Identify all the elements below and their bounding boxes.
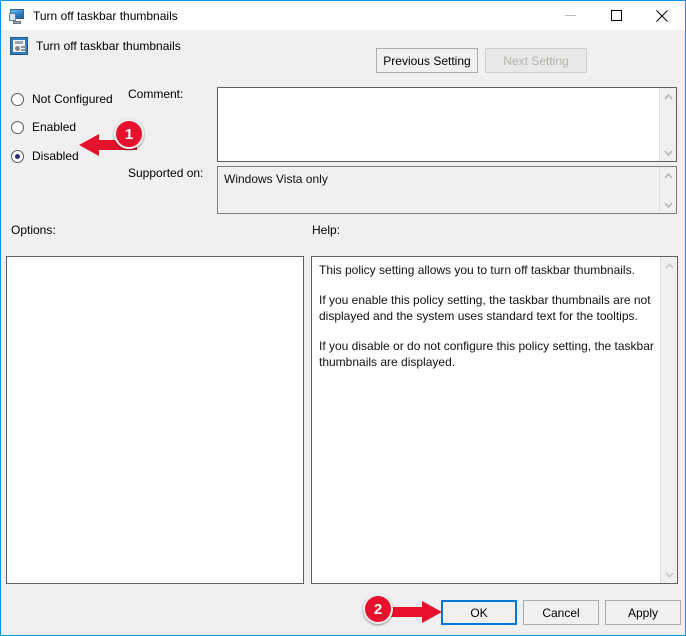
apply-button[interactable]: Apply bbox=[605, 600, 681, 625]
supported-on-label: Supported on: bbox=[128, 166, 204, 180]
group-policy-setting-dialog: Turn off taskbar thumbnails Turn off tas… bbox=[0, 0, 686, 636]
next-setting-button: Next Setting bbox=[485, 48, 587, 73]
chevron-up-icon[interactable] bbox=[661, 257, 677, 274]
close-button[interactable] bbox=[639, 1, 685, 30]
radio-not-configured-label: Not Configured bbox=[32, 92, 113, 106]
supported-on-field: Windows Vista only bbox=[217, 166, 677, 214]
title-bar: Turn off taskbar thumbnails bbox=[1, 1, 685, 30]
supported-on-scrollbar[interactable] bbox=[659, 167, 676, 213]
cancel-button[interactable]: Cancel bbox=[523, 600, 599, 625]
radio-not-configured[interactable]: Not Configured bbox=[11, 90, 113, 108]
help-panel: This policy setting allows you to turn o… bbox=[311, 256, 678, 584]
help-label: Help: bbox=[312, 223, 341, 237]
policy-setting-icon bbox=[10, 37, 28, 55]
comment-label: Comment: bbox=[128, 87, 184, 101]
help-paragraph: If you disable or do not configure this … bbox=[319, 339, 654, 369]
chevron-up-icon[interactable] bbox=[660, 167, 676, 184]
radio-enabled-mark bbox=[11, 120, 24, 134]
help-paragraph: If you enable this policy setting, the t… bbox=[319, 293, 651, 323]
radio-not-configured-mark bbox=[11, 92, 24, 106]
chevron-down-icon[interactable] bbox=[660, 144, 676, 161]
radio-disabled-mark bbox=[11, 149, 24, 163]
comment-scrollbar[interactable] bbox=[659, 88, 676, 161]
radio-enabled-label: Enabled bbox=[32, 120, 77, 134]
help-scrollbar[interactable] bbox=[660, 257, 677, 583]
supported-on-value: Windows Vista only bbox=[224, 172, 328, 186]
help-text: This policy setting allows you to turn o… bbox=[319, 262, 655, 384]
window-title: Turn off taskbar thumbnails bbox=[33, 8, 178, 23]
annotation-badge-1: 1 bbox=[114, 119, 144, 149]
previous-setting-button[interactable]: Previous Setting bbox=[376, 48, 478, 73]
radio-enabled[interactable]: Enabled bbox=[11, 118, 76, 136]
radio-disabled[interactable]: Disabled bbox=[11, 147, 79, 165]
annotation-arrow-2 bbox=[390, 601, 442, 623]
help-paragraph: This policy setting allows you to turn o… bbox=[319, 263, 635, 277]
radio-disabled-label: Disabled bbox=[32, 149, 79, 163]
options-panel[interactable] bbox=[6, 256, 304, 584]
maximize-button[interactable] bbox=[593, 1, 639, 30]
window-controls bbox=[547, 1, 685, 30]
chevron-down-icon[interactable] bbox=[660, 196, 676, 213]
options-label: Options: bbox=[11, 223, 56, 237]
setting-title: Turn off taskbar thumbnails bbox=[36, 39, 181, 53]
chevron-down-icon[interactable] bbox=[661, 566, 677, 583]
computer-monitor-icon bbox=[9, 8, 25, 24]
minimize-button[interactable] bbox=[547, 1, 593, 30]
comment-input[interactable] bbox=[217, 87, 677, 162]
annotation-badge-2: 2 bbox=[363, 594, 393, 624]
chevron-up-icon[interactable] bbox=[660, 88, 676, 105]
ok-button[interactable]: OK bbox=[441, 600, 517, 625]
